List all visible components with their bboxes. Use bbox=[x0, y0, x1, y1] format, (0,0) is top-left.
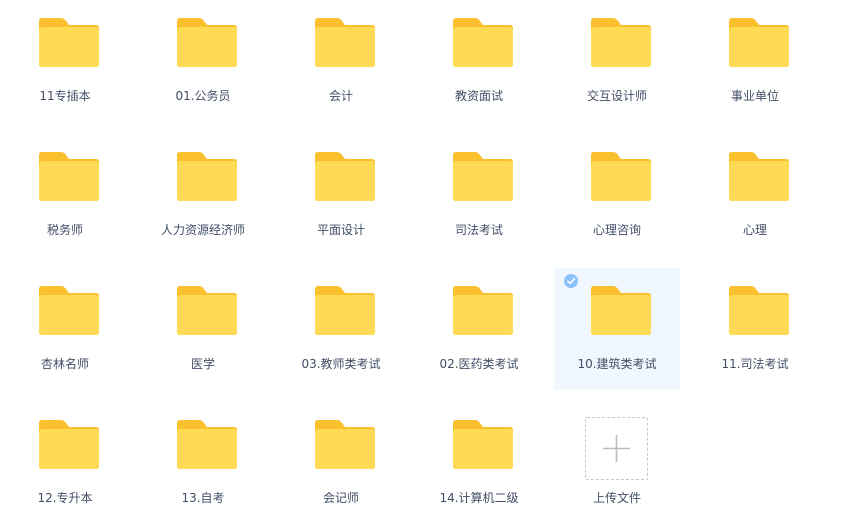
folder-name: 杏林名师 bbox=[40, 357, 89, 371]
folder-item[interactable]: 12.专升本 bbox=[2, 402, 128, 524]
folder-name: 会计 bbox=[328, 89, 353, 103]
folder-name: 人力资源经济师 bbox=[160, 223, 245, 237]
folder-name: 教资面试 bbox=[454, 89, 503, 103]
folder-icon bbox=[315, 286, 375, 335]
check-circle-icon[interactable] bbox=[564, 274, 578, 288]
folder-icon bbox=[39, 18, 99, 67]
folder-icon bbox=[39, 152, 99, 201]
folder-item[interactable]: 13.自考 bbox=[140, 402, 266, 524]
folder-name: 会记师 bbox=[322, 491, 359, 505]
upload-label: 上传文件 bbox=[592, 491, 641, 505]
file-grid: 11专插本 01.公务员 会计 教资面试 交互设计师 事业单位税务师 人力资源经济师 平面设计… bbox=[2, 0, 842, 523]
folder-name: 事业单位 bbox=[730, 89, 779, 103]
folder-icon bbox=[729, 152, 789, 201]
folder-name: 03.教师类考试 bbox=[301, 357, 381, 371]
folder-item[interactable]: 14.计算机二级 bbox=[416, 402, 542, 524]
folder-name: 心理 bbox=[742, 223, 767, 237]
folder-icon bbox=[177, 152, 237, 201]
folder-name: 11.司法考试 bbox=[721, 357, 789, 371]
folder-name: 12.专升本 bbox=[37, 491, 93, 505]
folder-item[interactable]: 会记师 bbox=[278, 402, 404, 524]
folder-item[interactable]: 心理 bbox=[692, 134, 818, 256]
folder-icon bbox=[453, 152, 513, 201]
folder-icon bbox=[591, 18, 651, 67]
folder-item[interactable]: 会计 bbox=[278, 0, 404, 122]
folder-name: 01.公务员 bbox=[175, 89, 231, 103]
folder-item[interactable]: 杏林名师 bbox=[2, 268, 128, 390]
folder-item[interactable]: 10.建筑类考试 bbox=[554, 268, 680, 390]
folder-icon bbox=[591, 286, 651, 335]
upload-button[interactable] bbox=[585, 417, 648, 480]
folder-item[interactable]: 平面设计 bbox=[278, 134, 404, 256]
folder-icon bbox=[453, 18, 513, 67]
folder-icon bbox=[39, 286, 99, 335]
folder-icon bbox=[729, 18, 789, 67]
folder-name: 司法考试 bbox=[454, 223, 503, 237]
folder-name: 14.计算机二级 bbox=[439, 491, 519, 505]
folder-item[interactable]: 交互设计师 bbox=[554, 0, 680, 122]
folder-name: 心理咨询 bbox=[592, 223, 641, 237]
folder-item[interactable]: 02.医药类考试 bbox=[416, 268, 542, 390]
folder-item[interactable]: 心理咨询 bbox=[554, 134, 680, 256]
upload-file-tile[interactable]: 上传文件 bbox=[554, 402, 680, 524]
folder-item[interactable]: 事业单位 bbox=[692, 0, 818, 122]
folder-icon bbox=[39, 420, 99, 469]
folder-name: 13.自考 bbox=[181, 491, 225, 505]
folder-item[interactable]: 人力资源经济师 bbox=[140, 134, 266, 256]
folder-icon bbox=[177, 286, 237, 335]
folder-item[interactable]: 01.公务员 bbox=[140, 0, 266, 122]
folder-name: 平面设计 bbox=[316, 223, 365, 237]
folder-item[interactable]: 医学 bbox=[140, 268, 266, 390]
folder-name: 交互设计师 bbox=[586, 89, 647, 103]
folder-icon bbox=[729, 286, 789, 335]
folder-item[interactable]: 税务师 bbox=[2, 134, 128, 256]
folder-icon bbox=[315, 420, 375, 469]
folder-name: 医学 bbox=[190, 357, 215, 371]
folder-name: 10.建筑类考试 bbox=[577, 357, 657, 371]
folder-icon bbox=[453, 420, 513, 469]
folder-item[interactable]: 03.教师类考试 bbox=[278, 268, 404, 390]
folder-icon bbox=[591, 152, 651, 201]
folder-name: 税务师 bbox=[46, 223, 83, 237]
folder-item[interactable]: 教资面试 bbox=[416, 0, 542, 122]
folder-icon bbox=[315, 152, 375, 201]
folder-item[interactable]: 司法考试 bbox=[416, 134, 542, 256]
folder-name: 02.医药类考试 bbox=[439, 357, 519, 371]
folder-icon bbox=[177, 420, 237, 469]
folder-item[interactable]: 11专插本 bbox=[2, 0, 128, 122]
folder-item[interactable]: 11.司法考试 bbox=[692, 268, 818, 390]
folder-icon bbox=[315, 18, 375, 67]
folder-icon bbox=[177, 18, 237, 67]
folder-icon bbox=[453, 286, 513, 335]
folder-name: 11专插本 bbox=[39, 89, 91, 103]
